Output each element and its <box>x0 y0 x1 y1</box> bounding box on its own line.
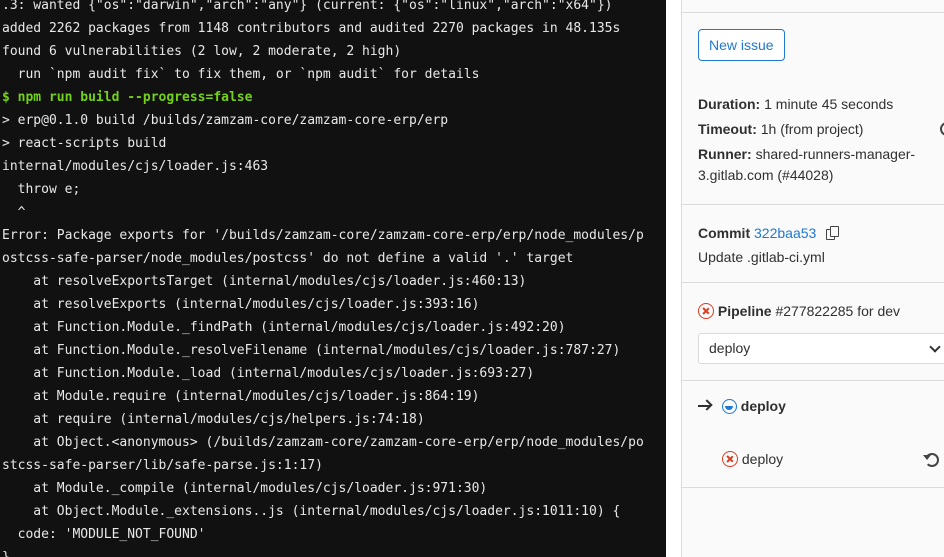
copy-icon[interactable] <box>826 226 840 241</box>
log-line: > react-scripts build <box>2 136 167 151</box>
runner-row-continued: 3.gitlab.com (#44028) <box>698 164 938 187</box>
job-log-terminal: .3: wanted {"os":"darwin","arch":"any"} … <box>0 0 666 557</box>
timeout-row: Timeout: 1h (from project) <box>698 118 938 141</box>
stage-name: deploy <box>740 398 786 414</box>
pipeline-label: Pipeline <box>717 303 772 319</box>
pipeline-id-link[interactable]: #277822285 <box>775 303 853 319</box>
log-line: at require (internal/modules/cjs/helpers… <box>2 412 425 427</box>
log-line: at Function.Module._resolveFilename (int… <box>2 343 621 358</box>
timeout-label: Timeout: <box>698 121 757 137</box>
new-issue-button[interactable]: New issue <box>698 29 785 61</box>
stage-select-value: deploy <box>709 340 751 356</box>
commit-sha-link[interactable]: 322baa53 <box>754 225 816 241</box>
log-line: at Module.require (internal/modules/cjs/… <box>2 389 480 404</box>
retry-icon[interactable] <box>923 453 939 467</box>
runner-row: Runner: shared-runners-manager- <box>698 143 938 166</box>
divider <box>682 380 944 381</box>
log-line: at Function.Module._findPath (internal/m… <box>2 320 566 335</box>
duration-label: Duration: <box>698 96 761 112</box>
failed-status-icon <box>698 303 714 319</box>
log-line: at Function.Module._load (internal/modul… <box>2 366 535 381</box>
stage-row: deploy <box>698 398 786 414</box>
log-line: added 2262 packages from 1148 contributo… <box>2 21 621 36</box>
arrow-right-icon <box>698 399 713 412</box>
divider <box>682 12 944 13</box>
runner-label: Runner: <box>698 146 752 162</box>
log-line: Error: Package exports for '/builds/zamz… <box>2 228 644 243</box>
panel-gutter <box>666 0 682 557</box>
job-log-lines: .3: wanted {"os":"darwin","arch":"any"} … <box>0 0 666 557</box>
log-line: > erp@0.1.0 build /builds/zamzam-core/za… <box>2 113 449 128</box>
runner-value: shared-runners-manager- <box>755 146 916 162</box>
timeout-value: 1h (from project) <box>760 121 864 137</box>
log-line: at resolveExportsTarget (internal/module… <box>2 274 527 289</box>
divider <box>682 204 944 205</box>
duration-value: 1 minute 45 seconds <box>764 96 894 112</box>
log-command-line: $ npm run build --progress=false <box>2 90 253 105</box>
pipeline-row: Pipeline #277822285 for dev <box>698 300 938 323</box>
commit-label: Commit <box>698 225 751 241</box>
help-icon[interactable] <box>940 122 944 136</box>
pipeline-ref: for dev <box>857 303 901 319</box>
divider <box>682 282 944 283</box>
log-line: stcss-safe-parser/lib/safe-parse.js:1:17… <box>2 458 323 473</box>
failed-status-icon <box>722 451 738 467</box>
log-line: ^ <box>2 205 26 220</box>
job-sidebar: New issue Duration: 1 minute 45 seconds … <box>682 0 944 557</box>
commit-message: Update .gitlab-ci.yml <box>698 249 825 265</box>
divider <box>682 487 944 488</box>
log-line: run `npm audit fix` to fix them, or `npm… <box>2 67 480 82</box>
log-line: } <box>0 546 666 557</box>
log-line: at resolveExports (internal/modules/cjs/… <box>2 297 480 312</box>
chevron-down-icon <box>929 341 941 353</box>
log-line: throw e; <box>2 182 81 197</box>
job-list-item[interactable]: deploy <box>722 451 783 467</box>
commit-row: Commit 322baa53 <box>698 222 938 245</box>
log-line: .3: wanted {"os":"darwin","arch":"any"} … <box>2 0 613 13</box>
log-line: code: 'MODULE_NOT_FOUND' <box>2 527 206 542</box>
log-line: ostcss-safe-parser/node_modules/postcss'… <box>2 251 574 266</box>
runner-value-continued: 3.gitlab.com (#44028) <box>698 167 834 183</box>
running-status-icon <box>721 399 737 414</box>
stage-select[interactable]: deploy <box>698 333 944 364</box>
log-line: at Object.Module._extensions..js (intern… <box>2 504 621 519</box>
duration-row: Duration: 1 minute 45 seconds <box>698 93 938 116</box>
job-name: deploy <box>741 451 784 467</box>
log-line: internal/modules/cjs/loader.js:463 <box>2 159 269 174</box>
log-line: at Object.<anonymous> (/builds/zamzam-co… <box>2 435 644 450</box>
log-line: at Module._compile (internal/modules/cjs… <box>2 481 488 496</box>
log-line: found 6 vulnerabilities (2 low, 2 modera… <box>2 44 402 59</box>
